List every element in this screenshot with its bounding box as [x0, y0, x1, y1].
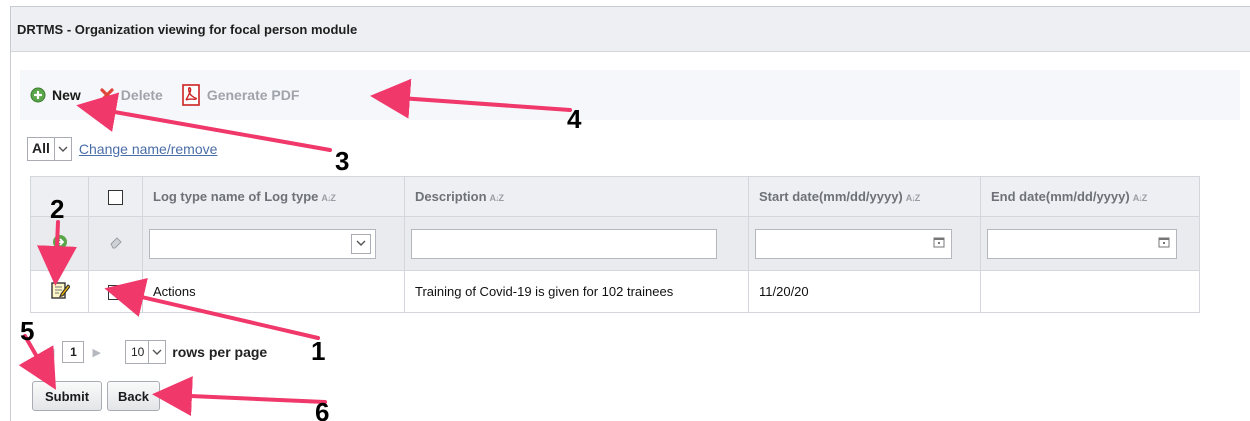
edit-cell	[30, 270, 89, 313]
change-name-remove-link[interactable]: Change name/remove	[79, 141, 218, 157]
sort-az-icon[interactable]: A↓Z	[321, 193, 335, 203]
delete-label: Delete	[120, 87, 163, 103]
previous-page-icon[interactable]: ◀	[46, 346, 54, 359]
generate-pdf-label: Generate PDF	[206, 87, 300, 103]
row-checkbox[interactable]	[108, 284, 123, 300]
cell-description: Training of Covid-19 is given for 102 tr…	[404, 270, 749, 313]
calendar-icon[interactable]	[933, 236, 945, 251]
pagination: ◀ 1 ▶ 10 rows per page	[38, 340, 267, 364]
page-size-select[interactable]: 10	[124, 340, 167, 364]
sort-az-icon[interactable]: A↓Z	[1133, 193, 1147, 203]
chevron-down-icon	[53, 138, 71, 160]
header-icon-cell	[30, 176, 89, 217]
column-header-start-date[interactable]: Start date(mm/dd/yyyy) A↓Z	[748, 176, 981, 217]
add-circle-icon	[30, 87, 46, 103]
filter-start-date-cell	[748, 216, 981, 271]
clear-filter-cell	[88, 216, 143, 271]
delete-button[interactable]: Delete	[99, 87, 163, 103]
back-button[interactable]: Back	[107, 381, 160, 411]
apply-filter-cell	[30, 216, 89, 271]
filter-end-date-cell	[980, 216, 1200, 271]
chevron-down-icon	[351, 233, 371, 254]
description-filter-input[interactable]	[411, 228, 717, 259]
cell-start-date: 11/20/20	[748, 270, 981, 313]
pdf-icon	[181, 84, 201, 106]
start-date-filter-input[interactable]	[755, 228, 952, 259]
column-header-end-date[interactable]: End date(mm/dd/yyyy) A↓Z	[980, 176, 1200, 217]
grid-header-row: Log type name of Log type A↓Z Description…	[30, 176, 1200, 217]
filter-row: All Change name/remove	[27, 137, 217, 161]
filter-description-cell	[404, 216, 749, 271]
data-grid: Log type name of Log type A↓Z Description…	[30, 176, 1200, 313]
table-row: Actions Training of Covid-19 is given fo…	[30, 270, 1200, 313]
edit-pencil-icon[interactable]	[50, 282, 71, 303]
header-checkbox-cell	[88, 176, 143, 217]
row-checkbox-cell	[88, 270, 143, 313]
filter-log-type-cell	[142, 216, 405, 271]
new-button[interactable]: New	[30, 87, 81, 103]
eraser-icon[interactable]	[109, 237, 123, 252]
filter-row-inputs	[30, 216, 1200, 271]
view-select[interactable]: All	[27, 137, 72, 161]
end-date-filter-input[interactable]	[987, 228, 1177, 259]
delete-x-icon	[99, 87, 115, 103]
log-type-filter-select[interactable]	[149, 228, 376, 259]
page-size-value: 10	[130, 345, 145, 359]
rows-per-page-label: rows per page	[172, 344, 268, 360]
chevron-down-icon	[148, 341, 165, 363]
submit-button[interactable]: Submit	[32, 381, 102, 411]
view-select-value: All	[32, 140, 50, 156]
new-label: New	[52, 87, 81, 103]
next-page-icon[interactable]: ▶	[92, 346, 100, 359]
page-number[interactable]: 1	[62, 341, 85, 363]
page-title: DRTMS - Organization viewing for focal p…	[11, 7, 1250, 52]
generate-pdf-button[interactable]: Generate PDF	[181, 84, 300, 106]
select-all-checkbox[interactable]	[108, 189, 123, 205]
toolbar: New Delete Generate PDF	[20, 70, 1240, 120]
calendar-icon[interactable]	[1158, 236, 1170, 251]
sort-az-icon[interactable]: A↓Z	[906, 193, 920, 203]
cell-log-type: Actions	[142, 270, 405, 313]
apply-filter-icon[interactable]	[52, 235, 68, 253]
sort-az-icon[interactable]: A↓Z	[490, 193, 504, 203]
column-header-log-type[interactable]: Log type name of Log type A↓Z	[142, 176, 405, 217]
cell-end-date	[980, 270, 1200, 313]
column-header-description[interactable]: Description A↓Z	[404, 176, 749, 217]
